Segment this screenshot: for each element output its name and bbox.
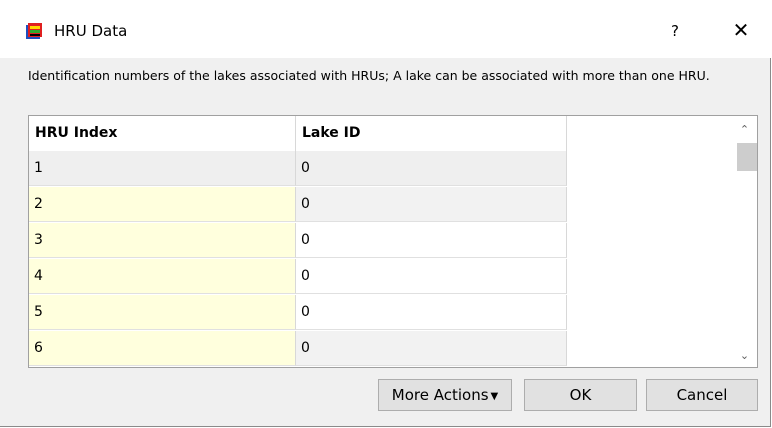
hru-index-cell[interactable]: 6 [29, 331, 296, 366]
lake-id-cell[interactable]: 0 [296, 331, 567, 366]
hru-index-cell[interactable]: 2 [29, 187, 296, 222]
ok-button[interactable]: OK [524, 379, 637, 411]
hru-index-cell[interactable]: 4 [29, 259, 296, 294]
dropdown-caret-icon: ▼ [490, 391, 499, 402]
table-row[interactable]: 4 0 [29, 259, 567, 295]
column-header-hru-index[interactable]: HRU Index [29, 116, 296, 151]
scrollbar-thumb[interactable] [737, 143, 757, 171]
cancel-button[interactable]: Cancel [646, 379, 758, 411]
lake-id-cell[interactable]: 0 [296, 223, 567, 258]
window-title: HRU Data [54, 22, 128, 40]
title-bar: HRU Data ? ✕ [0, 0, 771, 58]
more-actions-label: More Actions [391, 386, 489, 404]
table-row[interactable]: 5 0 [29, 295, 567, 331]
hru-index-cell[interactable]: 1 [29, 151, 296, 186]
column-header-lake-id[interactable]: Lake ID [296, 116, 567, 151]
close-button[interactable]: ✕ [724, 14, 758, 46]
help-button[interactable]: ? [662, 18, 688, 44]
table-row[interactable]: 2 0 [29, 187, 567, 223]
description-text: Identification numbers of the lakes asso… [28, 68, 710, 83]
hru-index-cell[interactable]: 5 [29, 295, 296, 330]
more-actions-button[interactable]: More Actions ▼ [378, 379, 512, 411]
lake-id-cell[interactable]: 0 [296, 151, 567, 186]
table-row[interactable]: 3 0 [29, 223, 567, 259]
lake-id-cell[interactable]: 0 [296, 259, 567, 294]
scroll-up-arrow-icon[interactable]: ⌃ [732, 120, 757, 140]
table-row[interactable]: 6 0 [29, 331, 567, 367]
hru-table: HRU Index Lake ID 1 0 2 0 3 0 4 0 5 0 6 … [28, 115, 758, 368]
table-row[interactable]: 1 0 [29, 151, 567, 187]
scroll-down-arrow-icon[interactable]: ⌄ [732, 346, 757, 366]
hru-data-dialog: HRU Data ? ✕ Identification numbers of t… [0, 0, 771, 427]
lake-id-cell[interactable]: 0 [296, 295, 567, 330]
hru-index-cell[interactable]: 3 [29, 223, 296, 258]
lake-id-cell[interactable]: 0 [296, 187, 567, 222]
vertical-scrollbar[interactable]: ⌃ ⌄ [732, 116, 757, 367]
app-icon [26, 23, 42, 39]
